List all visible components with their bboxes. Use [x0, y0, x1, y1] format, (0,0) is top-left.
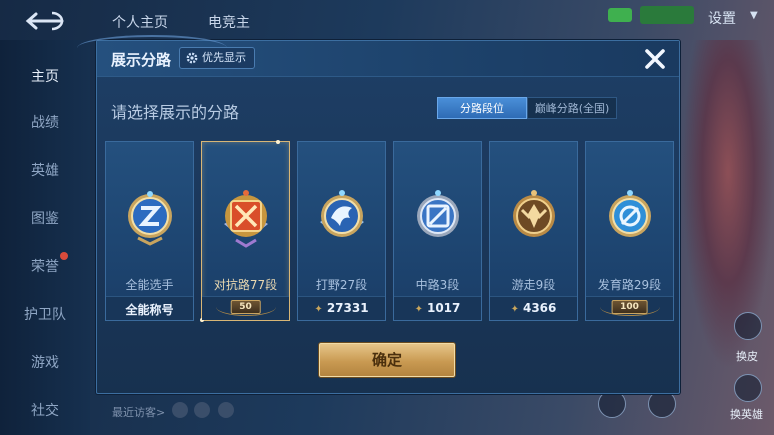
lane-name: 游走9段 — [511, 278, 556, 292]
confirm-button[interactable]: 确定 — [319, 343, 455, 377]
lane-name: 打野27段 — [315, 278, 368, 292]
lane-stat-bar: 全能称号 — [106, 296, 193, 320]
lane-score: 4366 — [522, 301, 557, 315]
sidebar-item-games[interactable]: 游戏 — [0, 352, 90, 372]
change-hero-label[interactable]: 换英雄 — [730, 406, 763, 422]
back-arrow-icon[interactable] — [22, 10, 66, 32]
network-status-icon — [608, 8, 632, 22]
tab-lane-rank[interactable]: 分路段位 — [437, 97, 527, 119]
lane-score: 1017 — [426, 301, 461, 315]
sidebar-item-heroes[interactable]: 英雄 — [0, 160, 90, 180]
mid-lane-emblem-icon — [417, 190, 459, 237]
action-icon[interactable] — [598, 390, 626, 418]
lane-card-farm[interactable]: 发育路29段 100 — [585, 141, 674, 321]
lane-card-allround[interactable]: 全能选手 全能称号 — [105, 141, 194, 321]
sidebar-item-guard[interactable]: 护卫队 — [0, 304, 90, 324]
roam-emblem-icon — [513, 190, 555, 237]
visitor-avatar[interactable] — [172, 402, 188, 418]
gear-icon — [186, 52, 198, 64]
lane-stat-bar: 100 — [586, 296, 673, 320]
rank-chevron-icon: ✦ — [510, 304, 519, 315]
sidebar-item-social[interactable]: 社交 — [0, 400, 90, 420]
lane-stat-bar: ✦ 4366 — [490, 296, 577, 320]
clash-lane-emblem-icon — [224, 190, 268, 248]
lane-stat-bar: 50 — [202, 296, 289, 320]
lane-stat-bar: ✦ 1017 — [394, 296, 481, 320]
tab-peak-lane[interactable]: 巅峰分路(全国) — [527, 97, 617, 119]
lane-stat: ✦ 4366 — [490, 301, 577, 315]
allround-emblem-icon — [128, 191, 172, 246]
lane-card-mid[interactable]: 中路3段 ✦ 1017 — [393, 141, 482, 321]
recent-visitors-link[interactable]: 最近访客> — [112, 404, 165, 420]
status-indicator — [640, 6, 694, 24]
jungle-emblem-icon — [320, 190, 364, 237]
sidebar-item-label: 荣誉 — [31, 259, 59, 275]
visitor-avatar[interactable] — [218, 402, 234, 418]
lane-name: 全能选手 — [125, 278, 174, 292]
lane-stat-bar: ✦ 27331 — [298, 296, 385, 320]
lane-card-roam[interactable]: 游走9段 ✦ 4366 — [489, 141, 578, 321]
farm-lane-emblem-icon — [609, 190, 651, 237]
rank-chevron-icon: ✦ — [314, 304, 323, 315]
play-icon[interactable] — [648, 390, 676, 418]
chevron-down-icon[interactable]: ▼ — [750, 10, 758, 21]
lane-stat: ✦ 27331 — [298, 301, 385, 315]
swap-hero-icon[interactable] — [734, 374, 762, 402]
change-skin-label[interactable]: 换皮 — [736, 348, 758, 364]
lane-name: 中路3段 — [415, 278, 460, 292]
sidebar-item-honor[interactable]: 荣誉 — [0, 252, 90, 276]
lane-score: 27331 — [326, 301, 369, 315]
skin-icon[interactable] — [734, 312, 762, 340]
rank-chevron-icon: ✦ — [414, 304, 423, 315]
sidebar-item-records[interactable]: 战绩 — [0, 112, 90, 132]
rank-plaque: 100 — [611, 300, 648, 314]
lane-stat: ✦ 1017 — [394, 301, 481, 315]
tab-profile[interactable]: 个人主页 — [112, 12, 168, 32]
sparkle-icon — [276, 140, 280, 144]
lane-name: 对抗路77段 — [213, 278, 278, 292]
sidebar: 主页 战绩 英雄 图鉴 荣誉 护卫队 游戏 社交 — [0, 40, 90, 435]
close-icon[interactable] — [643, 47, 667, 71]
priority-display-button[interactable]: 优先显示 — [179, 47, 255, 69]
dialog-subtitle: 请选择展示的分路 — [111, 103, 240, 122]
lane-stat: 全能称号 — [125, 303, 174, 317]
lane-card-clash[interactable]: 对抗路77段 50 — [200, 140, 290, 322]
lane-card-jungle[interactable]: 打野27段 ✦ 27331 — [297, 141, 386, 321]
lane-name: 发育路29段 — [597, 278, 662, 292]
visitor-avatar[interactable] — [194, 402, 210, 418]
dialog-title: 展示分路 — [111, 51, 172, 69]
sidebar-item-codex[interactable]: 图鉴 — [0, 208, 90, 228]
dialog-header: 展示分路 优先显示 — [77, 35, 679, 77]
lane-display-dialog: 展示分路 优先显示 请选择展示的分路 分路段位 巅峰分路(全国) 全能选手 全能… — [77, 35, 680, 394]
settings-button[interactable]: 设置 — [708, 8, 736, 28]
priority-display-label: 优先显示 — [202, 51, 246, 64]
tab-esports[interactable]: 电竞主 — [208, 12, 250, 32]
notification-dot — [60, 252, 68, 260]
sidebar-item-home[interactable]: 主页 — [0, 66, 90, 86]
rank-plaque: 50 — [230, 300, 261, 314]
